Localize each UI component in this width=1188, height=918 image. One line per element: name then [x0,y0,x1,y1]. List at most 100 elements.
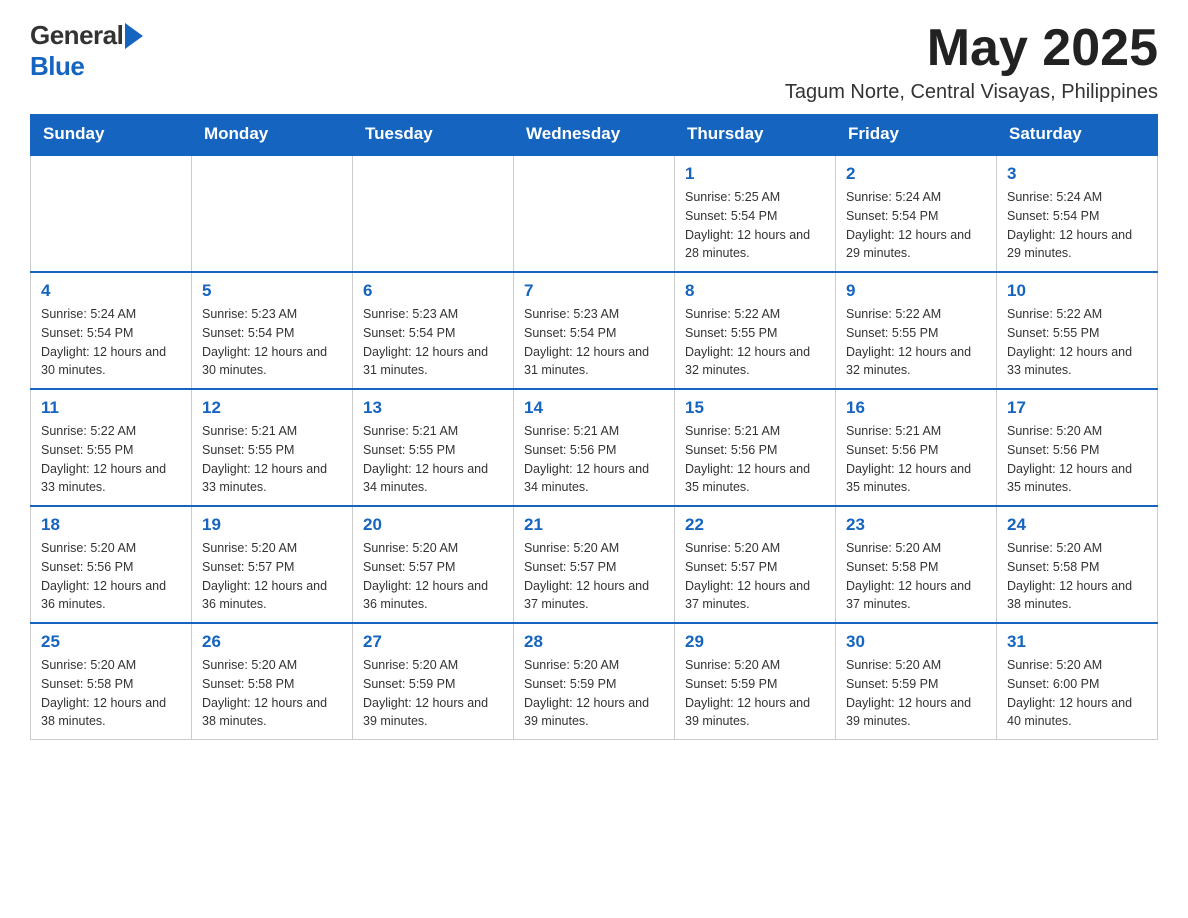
day-number: 2 [846,164,986,184]
month-year-title: May 2025 [785,20,1158,77]
day-number: 12 [202,398,342,418]
calendar-week-row: 25 Sunrise: 5:20 AMSunset: 5:58 PMDayligh… [31,623,1158,740]
day-info: Sunrise: 5:20 AMSunset: 5:57 PMDaylight:… [202,539,342,614]
calendar-day-cell: 25 Sunrise: 5:20 AMSunset: 5:58 PMDayligh… [31,623,192,740]
day-number: 26 [202,632,342,652]
day-number: 18 [41,515,181,535]
day-number: 23 [846,515,986,535]
calendar-day-cell: 15 Sunrise: 5:21 AMSunset: 5:56 PMDayligh… [675,389,836,506]
day-number: 3 [1007,164,1147,184]
calendar-week-row: 1 Sunrise: 5:25 AMSunset: 5:54 PMDaylight… [31,155,1158,272]
day-info: Sunrise: 5:21 AMSunset: 5:55 PMDaylight:… [202,422,342,497]
calendar-day-cell: 19 Sunrise: 5:20 AMSunset: 5:57 PMDayligh… [192,506,353,623]
day-info: Sunrise: 5:20 AMSunset: 5:57 PMDaylight:… [524,539,664,614]
day-info: Sunrise: 5:24 AMSunset: 5:54 PMDaylight:… [1007,188,1147,263]
calendar-day-cell: 24 Sunrise: 5:20 AMSunset: 5:58 PMDayligh… [997,506,1158,623]
title-section: May 2025 Tagum Norte, Central Visayas, P… [785,20,1158,104]
day-info: Sunrise: 5:21 AMSunset: 5:56 PMDaylight:… [685,422,825,497]
calendar-day-cell: 4 Sunrise: 5:24 AMSunset: 5:54 PMDaylight… [31,272,192,389]
day-number: 25 [41,632,181,652]
day-info: Sunrise: 5:20 AMSunset: 5:58 PMDaylight:… [202,656,342,731]
day-info: Sunrise: 5:22 AMSunset: 5:55 PMDaylight:… [1007,305,1147,380]
day-info: Sunrise: 5:20 AMSunset: 5:59 PMDaylight:… [685,656,825,731]
day-info: Sunrise: 5:22 AMSunset: 5:55 PMDaylight:… [41,422,181,497]
day-number: 4 [41,281,181,301]
day-number: 13 [363,398,503,418]
day-number: 5 [202,281,342,301]
day-info: Sunrise: 5:20 AMSunset: 5:58 PMDaylight:… [1007,539,1147,614]
day-number: 22 [685,515,825,535]
day-number: 19 [202,515,342,535]
logo: General Blue [30,20,143,82]
day-info: Sunrise: 5:22 AMSunset: 5:55 PMDaylight:… [685,305,825,380]
day-info: Sunrise: 5:20 AMSunset: 5:57 PMDaylight:… [685,539,825,614]
day-number: 29 [685,632,825,652]
calendar-day-cell: 18 Sunrise: 5:20 AMSunset: 5:56 PMDayligh… [31,506,192,623]
calendar-day-cell: 29 Sunrise: 5:20 AMSunset: 5:59 PMDayligh… [675,623,836,740]
calendar-day-cell: 1 Sunrise: 5:25 AMSunset: 5:54 PMDaylight… [675,155,836,272]
day-number: 27 [363,632,503,652]
calendar-day-cell [353,155,514,272]
calendar-day-cell: 30Sunrise: 5:20 AMSunset: 5:59 PMDayligh… [836,623,997,740]
calendar-day-cell: 20 Sunrise: 5:20 AMSunset: 5:57 PMDayligh… [353,506,514,623]
day-info: Sunrise: 5:20 AMSunset: 6:00 PMDaylight:… [1007,656,1147,731]
day-number: 31 [1007,632,1147,652]
day-info: Sunrise: 5:20 AMSunset: 5:56 PMDaylight:… [41,539,181,614]
calendar-table: SundayMondayTuesdayWednesdayThursdayFrid… [30,114,1158,740]
calendar-day-header: Sunday [31,114,192,155]
day-number: 9 [846,281,986,301]
calendar-day-cell: 3 Sunrise: 5:24 AMSunset: 5:54 PMDaylight… [997,155,1158,272]
calendar-day-cell: 14 Sunrise: 5:21 AMSunset: 5:56 PMDayligh… [514,389,675,506]
day-info: Sunrise: 5:20 AMSunset: 5:58 PMDaylight:… [41,656,181,731]
day-info: Sunrise: 5:23 AMSunset: 5:54 PMDaylight:… [524,305,664,380]
day-number: 30 [846,632,986,652]
day-info: Sunrise: 5:20 AMSunset: 5:57 PMDaylight:… [363,539,503,614]
day-number: 8 [685,281,825,301]
day-info: Sunrise: 5:21 AMSunset: 5:56 PMDaylight:… [846,422,986,497]
calendar-week-row: 11 Sunrise: 5:22 AMSunset: 5:55 PMDayligh… [31,389,1158,506]
day-info: Sunrise: 5:22 AMSunset: 5:55 PMDaylight:… [846,305,986,380]
calendar-day-cell: 26 Sunrise: 5:20 AMSunset: 5:58 PMDayligh… [192,623,353,740]
day-number: 1 [685,164,825,184]
day-info: Sunrise: 5:24 AMSunset: 5:54 PMDaylight:… [41,305,181,380]
calendar-day-cell [31,155,192,272]
calendar-day-cell: 27 Sunrise: 5:20 AMSunset: 5:59 PMDayligh… [353,623,514,740]
calendar-day-cell: 13 Sunrise: 5:21 AMSunset: 5:55 PMDayligh… [353,389,514,506]
calendar-day-cell: 28Sunrise: 5:20 AMSunset: 5:59 PMDayligh… [514,623,675,740]
calendar-day-header: Friday [836,114,997,155]
calendar-day-cell: 9 Sunrise: 5:22 AMSunset: 5:55 PMDaylight… [836,272,997,389]
calendar-day-cell: 7Sunrise: 5:23 AMSunset: 5:54 PMDaylight… [514,272,675,389]
calendar-header-row: SundayMondayTuesdayWednesdayThursdayFrid… [31,114,1158,155]
calendar-day-cell [514,155,675,272]
day-info: Sunrise: 5:24 AMSunset: 5:54 PMDaylight:… [846,188,986,263]
day-number: 15 [685,398,825,418]
day-info: Sunrise: 5:23 AMSunset: 5:54 PMDaylight:… [202,305,342,380]
calendar-week-row: 18 Sunrise: 5:20 AMSunset: 5:56 PMDayligh… [31,506,1158,623]
calendar-day-cell: 17Sunrise: 5:20 AMSunset: 5:56 PMDayligh… [997,389,1158,506]
calendar-day-cell: 23 Sunrise: 5:20 AMSunset: 5:58 PMDayligh… [836,506,997,623]
calendar-day-cell: 8 Sunrise: 5:22 AMSunset: 5:55 PMDaylight… [675,272,836,389]
calendar-day-cell: 21Sunrise: 5:20 AMSunset: 5:57 PMDayligh… [514,506,675,623]
day-number: 10 [1007,281,1147,301]
day-info: Sunrise: 5:20 AMSunset: 5:58 PMDaylight:… [846,539,986,614]
day-info: Sunrise: 5:21 AMSunset: 5:55 PMDaylight:… [363,422,503,497]
calendar-day-cell: 31 Sunrise: 5:20 AMSunset: 6:00 PMDayligh… [997,623,1158,740]
day-number: 20 [363,515,503,535]
calendar-day-cell: 2 Sunrise: 5:24 AMSunset: 5:54 PMDaylight… [836,155,997,272]
day-info: Sunrise: 5:25 AMSunset: 5:54 PMDaylight:… [685,188,825,263]
day-number: 24 [1007,515,1147,535]
calendar-day-cell: 11 Sunrise: 5:22 AMSunset: 5:55 PMDayligh… [31,389,192,506]
logo-triangle-icon [125,23,143,49]
calendar-day-cell: 16 Sunrise: 5:21 AMSunset: 5:56 PMDayligh… [836,389,997,506]
day-number: 14 [524,398,664,418]
calendar-day-cell: 6Sunrise: 5:23 AMSunset: 5:54 PMDaylight… [353,272,514,389]
day-info: Sunrise: 5:23 AMSunset: 5:54 PMDaylight:… [363,305,503,380]
calendar-day-header: Monday [192,114,353,155]
page-header: General Blue May 2025 Tagum Norte, Centr… [30,20,1158,104]
day-number: 11 [41,398,181,418]
day-info: Sunrise: 5:21 AMSunset: 5:56 PMDaylight:… [524,422,664,497]
calendar-day-cell: 10 Sunrise: 5:22 AMSunset: 5:55 PMDayligh… [997,272,1158,389]
day-number: 16 [846,398,986,418]
day-info: Sunrise: 5:20 AMSunset: 5:59 PMDaylight:… [363,656,503,731]
day-info: Sunrise: 5:20 AMSunset: 5:56 PMDaylight:… [1007,422,1147,497]
